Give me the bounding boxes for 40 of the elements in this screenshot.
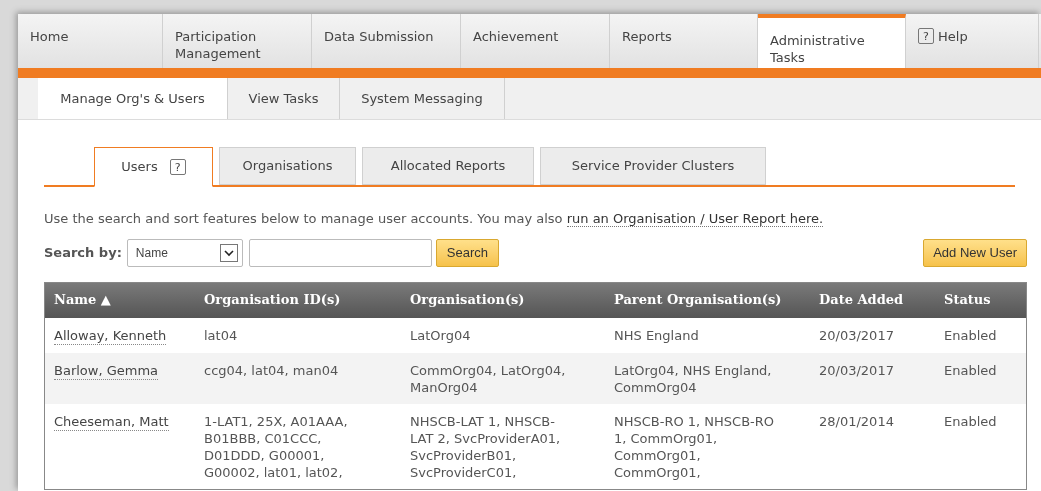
user-name-link[interactable]: Alloway, Kenneth [45, 326, 195, 345]
sub-tab[interactable]: Manage Org's & Users [38, 78, 228, 119]
content-tab[interactable]: Service Provider Clusters [540, 147, 766, 185]
content-tab[interactable]: Allocated Reports [362, 147, 534, 185]
nav-tab[interactable]: Administrative Tasks [758, 14, 906, 68]
dropdown-icon [219, 243, 238, 262]
table-cell-text: NHSCB-LAT 1, NHSCB- LAT 2, SvcProviderA01, SvcProviderB01, SvcProviderC01, [409, 412, 562, 481]
table-cell-text: Enabled [943, 326, 998, 345]
search-label: Search by: [44, 243, 122, 262]
help-icon: ? [169, 159, 186, 175]
column-header[interactable]: Organisation(s) [401, 290, 605, 310]
search-button[interactable]: Search [435, 238, 500, 267]
table-cell-text: ccg04, lat04, man04 [203, 361, 340, 380]
table-cell-text: NHS England [613, 326, 700, 345]
table-cell-text: 1-LAT1, 25X, A01AAA, B01BBB, C01CCC, D01DDD, G00001, G00002, lat01, lat02, [203, 412, 349, 481]
column-header[interactable]: Date Added [810, 290, 935, 310]
table-cell-text: LatOrg04, NHS England, CommOrg04 [613, 361, 773, 396]
intro-text: Use the search and sort features below to manage user accounts. You may also run an Organisation / User Report here. [44, 210, 825, 229]
column-header[interactable]: Status [935, 290, 1017, 310]
table-cell-text: lat04 [203, 326, 239, 345]
help-icon: ? [918, 28, 934, 44]
column-header[interactable]: Organisation ID(s) [195, 290, 401, 310]
column-header[interactable]: Name ▲ [45, 290, 195, 310]
add-user-button[interactable]: Add New User [923, 238, 1027, 267]
table-cell-text: Enabled [943, 361, 998, 380]
table-cell-text: 28/01/2014 [818, 412, 895, 431]
table-cell-text: 20/03/2017 [818, 361, 895, 380]
table-cell-text: NHSCB-RO 1, NHSCB-RO 1, CommOrg01, CommOrg01, CommOrg01, [613, 412, 776, 481]
table-cell-text: LatOrg04 [409, 326, 472, 345]
table-cell-text: CommOrg04, LatOrg04, ManOrg04 [409, 361, 567, 396]
search-by-select[interactable]: Name [126, 238, 243, 267]
table-cell-text: 20/03/2017 [818, 326, 895, 345]
report-link[interactable]: run an Organisation / User Report here. [566, 211, 824, 227]
user-name-link[interactable]: Barlow, Gemma [45, 361, 195, 396]
table-cell-text: Enabled [943, 412, 998, 431]
search-field[interactable] [248, 238, 432, 267]
column-header[interactable]: Parent Organisation(s) [605, 290, 810, 310]
content-tab[interactable]: Organisations [219, 147, 356, 185]
user-name-link[interactable]: Cheeseman, Matt [45, 412, 195, 481]
content-tab[interactable]: Users ? [94, 147, 213, 187]
